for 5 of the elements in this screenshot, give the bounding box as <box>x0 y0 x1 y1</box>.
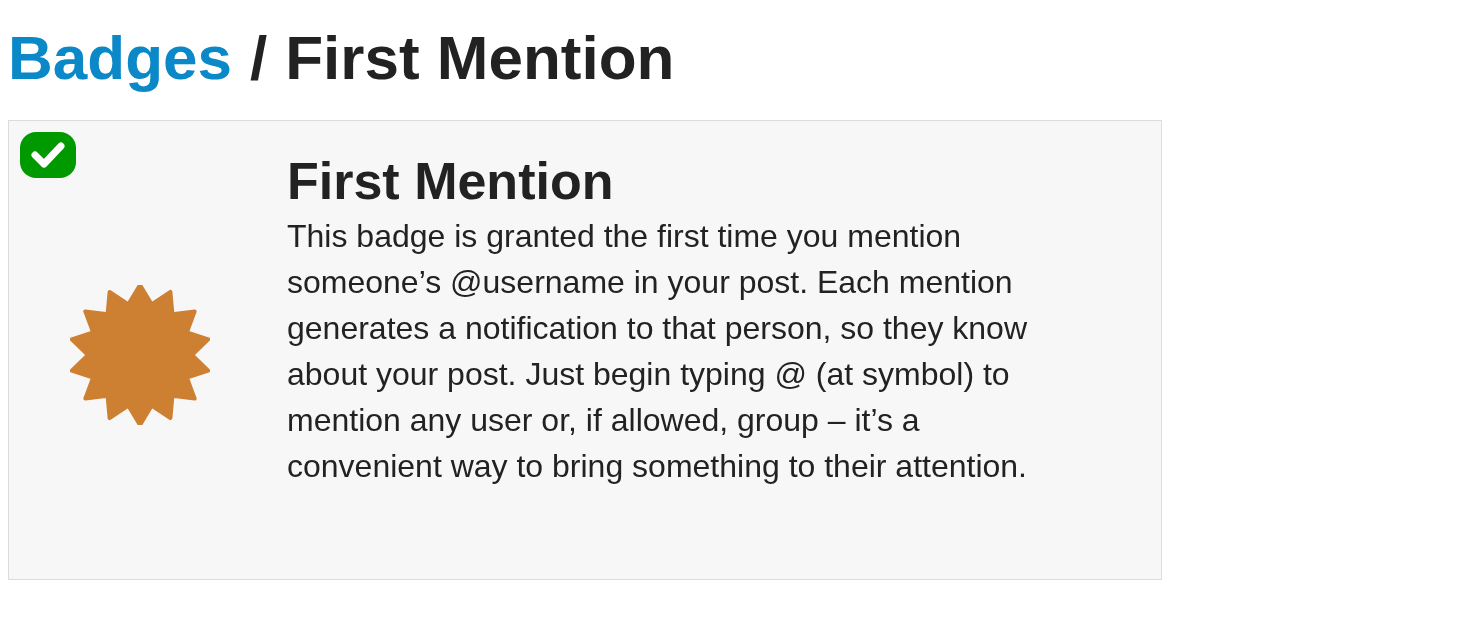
badges-link[interactable]: Badges <box>8 14 232 102</box>
badge-name: First Mention <box>287 151 615 212</box>
breadcrumb-separator: / <box>249 22 268 94</box>
badge-description: This badge is granted the first time you mention someone’s @username in your post. Each mention generates a notification to that person, so they know about your post. Just begin typing @ (at symbol) to mention any user or, if allowed, group – it’s a convenient way to bring something to their attention. <box>287 217 1028 486</box>
page-title: First Mention <box>285 22 675 94</box>
